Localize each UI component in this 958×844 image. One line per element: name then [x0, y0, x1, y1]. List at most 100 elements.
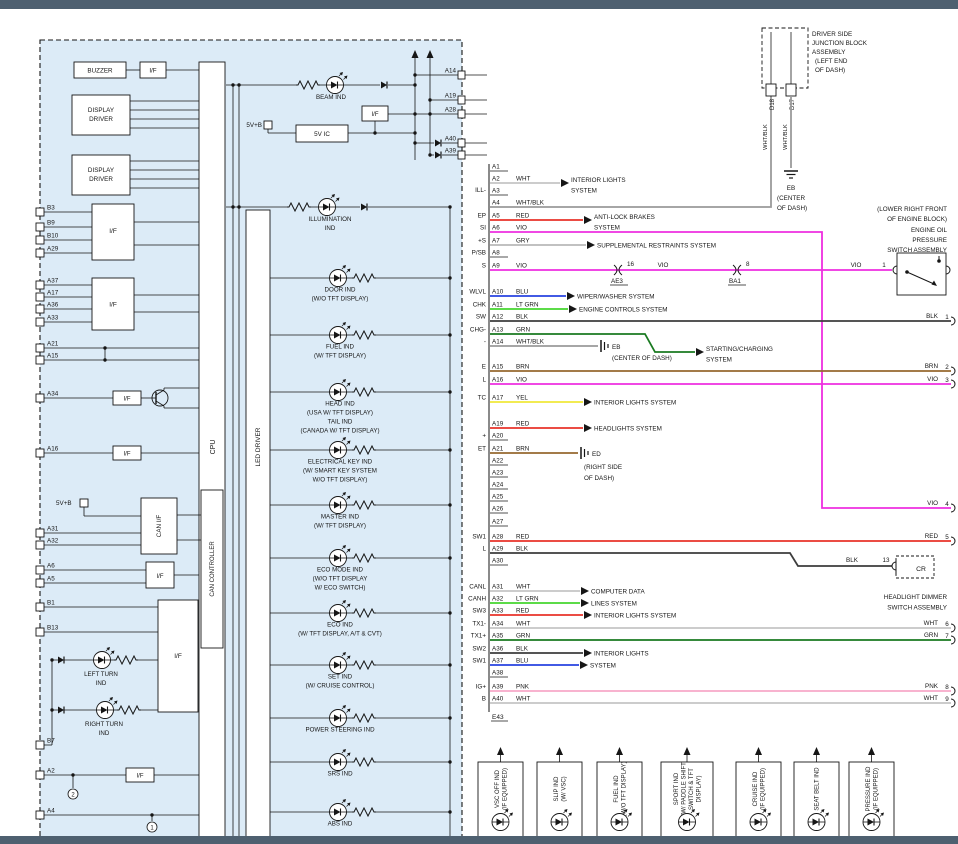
right-pin-color-2: BRN [925, 363, 939, 370]
left-pin-A29: A29 [47, 246, 59, 253]
junction-dot [448, 611, 451, 614]
display-driver-box [72, 155, 130, 195]
indicator-label: (W/ TFT DISPLAY) [314, 523, 366, 530]
label: I/F [137, 774, 144, 780]
wire-color-A7: GRY [516, 238, 530, 245]
junction-block-title: (LEFT END [815, 58, 848, 65]
beam-ind-label: BEAM IND [316, 94, 346, 101]
junction-dot [448, 503, 451, 506]
bottom-indicator-label: (IF EQUIPPED) [873, 768, 879, 810]
signal-A16: L [482, 377, 486, 384]
shape [581, 599, 589, 607]
left-pin-A16: A16 [47, 446, 59, 453]
window-top-bar [0, 0, 958, 9]
shape [951, 537, 955, 545]
ground-label: (CENTER [777, 195, 805, 202]
pin-label-A26: A26 [492, 506, 504, 513]
pin-label-A33: A33 [492, 608, 504, 615]
pin-connector [36, 566, 44, 574]
bottom-indicator-label: (W/ VSC) [561, 776, 567, 801]
label: I/F [109, 228, 117, 235]
right-pin-num-6: 6 [945, 621, 949, 628]
wire-color-A15: BRN [516, 364, 530, 371]
display-driver-label: DISPLAY [88, 107, 115, 114]
signal-A39: IG+ [476, 684, 487, 691]
right-pin-num-9: 9 [945, 696, 949, 703]
shape [951, 367, 955, 375]
left-pin-A37: A37 [47, 278, 59, 285]
pin-label-A38: A38 [492, 670, 504, 677]
left-pin-A4: A4 [47, 808, 55, 815]
wire-color-A5: RED [516, 213, 530, 220]
splice-num: 16 [627, 261, 635, 268]
left-pin-A17: A17 [47, 290, 59, 297]
right-pin-color-3: VIO [927, 376, 938, 383]
indicator-label: (CANADA W/ TFT DISPLAY) [300, 428, 379, 435]
ground-label: (RIGHT SIDE [584, 464, 622, 471]
pin-label-A12: A12 [492, 314, 504, 321]
signal-A20: + [482, 433, 486, 440]
wire-color-A32: LT GRN [516, 596, 539, 603]
junction-dot [237, 83, 240, 86]
shape [584, 424, 592, 432]
signal-A11: CHK [473, 302, 487, 309]
signal-A31: CANL [469, 584, 486, 591]
right-pin-num-8: 8 [945, 684, 949, 691]
wire-A4 [490, 96, 771, 207]
signal-A5: EP [478, 213, 486, 220]
pin-label-A25: A25 [492, 494, 504, 501]
shape [951, 317, 955, 325]
bottom-indicator-label: (IF EQUIPPED) [502, 768, 508, 810]
signal-A40: B [482, 696, 486, 703]
wire-color-A37: BLU [516, 658, 529, 665]
bottom-indicator-label: SPORT IND [674, 772, 680, 805]
shape [951, 699, 955, 707]
junction-dot [50, 658, 53, 661]
power-tap [264, 121, 272, 129]
ground-label: ED [592, 451, 601, 458]
right-turn-ind-label: RIGHT TURN [85, 721, 123, 728]
wire-color-A39: PNK [516, 684, 530, 691]
junction-dot [50, 708, 53, 711]
ground-label: (CENTER OF DASH) [612, 355, 672, 362]
wire-color-A34: WHT [516, 621, 530, 628]
pin-label-A8: A8 [492, 250, 500, 257]
indicator-label: (W/O TFT DISPLAY) [312, 296, 369, 303]
wire-color-A35: GRN [516, 633, 530, 640]
pin-connector [36, 449, 44, 457]
splice-name: BA1 [729, 278, 741, 285]
system-label: SYSTEM [594, 225, 620, 232]
shape [561, 179, 569, 187]
pin-label-A10: A10 [492, 289, 504, 296]
junction-dot [428, 153, 431, 156]
pin-label-A6: A6 [492, 225, 500, 232]
pin-label-A40: A40 [492, 696, 504, 703]
signal-A2: ILL- [475, 187, 486, 194]
right-pin-color-6: WHT [924, 620, 938, 627]
signal-A29: L [482, 546, 486, 553]
bottom-indicator-label: DISPLAY) [696, 776, 702, 803]
shape [567, 292, 575, 300]
pin-label-A15: A15 [492, 364, 504, 371]
left-turn-ind-label: IND [96, 680, 107, 687]
pin-connector [36, 811, 44, 819]
junction-dot [448, 333, 451, 336]
pin-connector [36, 281, 44, 289]
label: I/F [124, 397, 131, 403]
led-driver-label: LED DRIVER [255, 427, 262, 466]
wire-color-mid: VIO [658, 262, 669, 269]
pin-label-A5: A5 [492, 213, 500, 220]
signal-A28: SW1 [472, 534, 486, 541]
dimmer-switch-box [896, 556, 934, 578]
wire-color-A16: VIO [516, 377, 527, 384]
system-label: INTERIOR LIGHTS [571, 177, 626, 184]
power-tap [80, 499, 88, 507]
junction-dot [231, 205, 234, 208]
signal-A35: TX1+ [471, 633, 487, 640]
pin-label-A17: A17 [492, 395, 504, 402]
signal-A6: SI [480, 225, 486, 232]
signal-A12: SW [476, 314, 486, 321]
signal-A21: ET [478, 446, 486, 453]
left-pin-A2: A2 [47, 768, 55, 775]
dimmer-pin-num: 13 [882, 557, 890, 564]
